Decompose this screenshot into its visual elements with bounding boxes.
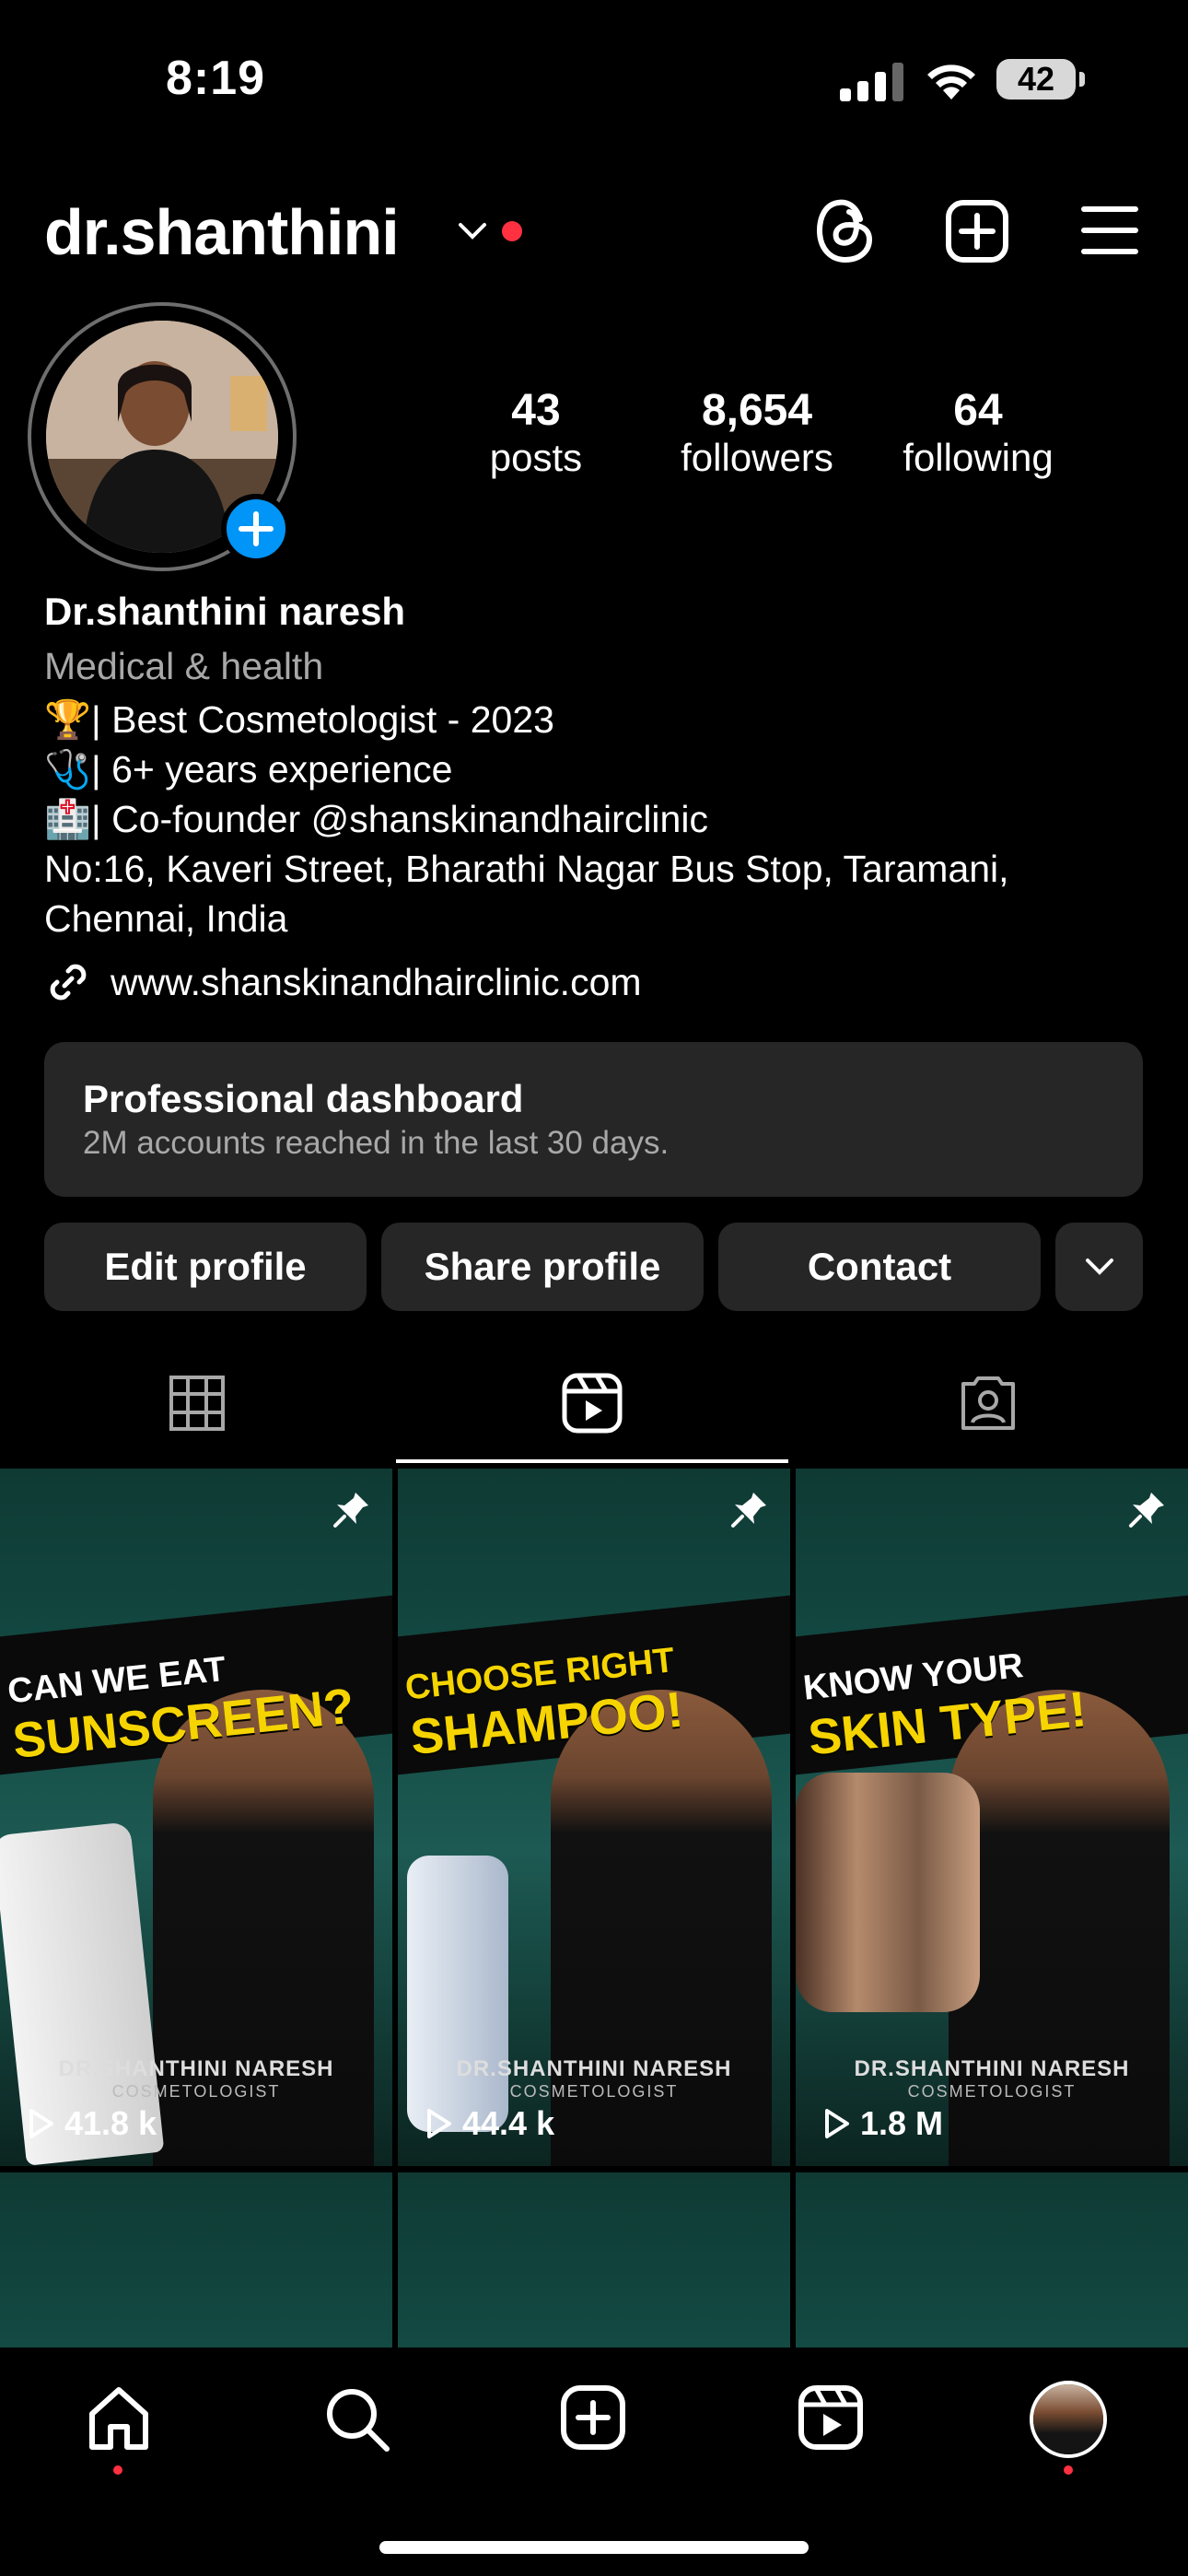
search-icon[interactable]: [322, 2384, 390, 2453]
reel-tile[interactable]: CHOOSE RIGHT SHAMPOO! DR.SHANTHINI NARESH…: [398, 1469, 790, 2166]
home-icon[interactable]: [85, 2384, 153, 2453]
reel-tile[interactable]: KNOW YOUR SKIN TYPE! DR.SHANTHINI NARESH …: [796, 1469, 1188, 2166]
profile-category: Medical & health: [44, 645, 324, 687]
dashboard-title: Professional dashboard: [83, 1077, 524, 1120]
bio-line: No:16, Kaveri Street, Bharathi Nagar Bus…: [44, 848, 1009, 890]
reel-credit-subtitle: COSMETOLOGIST: [907, 2082, 1077, 2101]
bio-line: Chennai, India: [44, 897, 288, 940]
reel-tile[interactable]: [0, 2172, 392, 2348]
reel-credit: DR.SHANTHINI NARESH: [456, 2056, 732, 2081]
link-icon: [50, 964, 87, 1001]
professional-dashboard[interactable]: Professional dashboard 2M accounts reach…: [44, 1042, 1143, 1197]
reel-views: 1.8 M: [823, 2104, 943, 2143]
pin-icon: [1129, 1493, 1164, 1528]
grid-icon[interactable]: [169, 1375, 226, 1432]
stat-followers-count: 8,654: [701, 386, 813, 435]
reel-tile[interactable]: CAN WE EAT SUNSCREEN? DR.SHANTHINI NARESH…: [0, 1469, 392, 2166]
reel-credit: DR.SHANTHINI NARESH: [58, 2056, 334, 2081]
stat-followers[interactable]: 8,654 followers: [656, 385, 858, 480]
account-switcher-username[interactable]: dr.shanthini: [44, 195, 400, 269]
reel-tile[interactable]: [796, 2172, 1188, 2348]
profile-notification-dot: [1064, 2465, 1073, 2475]
suggested-people-button[interactable]: [1055, 1223, 1143, 1311]
stat-followers-label: followers: [681, 436, 833, 479]
battery-indicator: 42: [996, 59, 1085, 100]
contact-button[interactable]: Contact: [718, 1223, 1041, 1311]
profile-tab-photo: [1033, 2384, 1103, 2454]
faces-image: [796, 1773, 980, 2012]
reel-view-count: 44.4 k: [462, 2104, 555, 2142]
stat-following[interactable]: 64 following: [877, 385, 1079, 480]
profile-tab-avatar[interactable]: [1030, 2381, 1107, 2458]
add-icon[interactable]: [560, 2384, 626, 2451]
share-profile-button[interactable]: Share profile: [381, 1223, 704, 1311]
edit-profile-button[interactable]: Edit profile: [44, 1223, 367, 1311]
status-time: 8:19: [166, 52, 266, 105]
chevron-down-icon[interactable]: [457, 221, 488, 241]
active-tab-indicator: [396, 1459, 788, 1463]
pin-icon: [731, 1493, 766, 1528]
stat-posts-label: posts: [489, 436, 583, 479]
profile-name: Dr.shanthini naresh: [44, 590, 406, 633]
threads-icon[interactable]: [814, 195, 877, 265]
chevron-down-icon: [1085, 1259, 1113, 1275]
bio-line[interactable]: 🏥| Co-founder @shanskinandhairclinic: [44, 794, 1149, 844]
reels-nav-icon[interactable]: [798, 2384, 864, 2451]
dashboard-subtitle: 2M accounts reached in the last 30 days.: [83, 1125, 670, 1161]
stat-posts-count: 43: [511, 386, 561, 435]
bio-line: 🏆| Best Cosmetologist - 2023: [44, 698, 554, 741]
stat-following-count: 64: [953, 386, 1003, 435]
create-post-icon[interactable]: [945, 199, 1009, 263]
bio-text: 🏆| Best Cosmetologist - 2023 🩺| 6+ years…: [44, 695, 1149, 943]
add-story-button[interactable]: [221, 494, 291, 564]
play-icon: [29, 2109, 53, 2138]
bio-link-text[interactable]: www.shanskinandhairclinic.com: [111, 961, 642, 1004]
play-icon: [427, 2109, 451, 2138]
reels-icon[interactable]: [562, 1373, 623, 1434]
notification-dot: [502, 221, 522, 241]
reel-credit-subtitle: COSMETOLOGIST: [509, 2082, 679, 2101]
reel-view-count: 1.8 M: [860, 2104, 944, 2142]
pin-icon: [333, 1493, 368, 1528]
reel-views: 41.8 k: [28, 2104, 157, 2143]
home-notification-dot: [113, 2465, 122, 2475]
play-icon: [825, 2109, 849, 2138]
stat-following-label: following: [903, 436, 1054, 479]
reel-view-count: 41.8 k: [64, 2104, 157, 2142]
reel-credit-subtitle: COSMETOLOGIST: [111, 2082, 281, 2101]
cellular-signal-icon: [840, 63, 903, 101]
home-indicator: [379, 2541, 809, 2554]
plus-icon: [239, 511, 274, 546]
reel-views: 44.4 k: [425, 2104, 554, 2143]
tagged-icon[interactable]: [958, 1373, 1019, 1434]
reel-tile[interactable]: [398, 2172, 790, 2348]
menu-icon[interactable]: [1081, 205, 1138, 256]
stat-posts[interactable]: 43 posts: [460, 385, 611, 480]
wifi-icon: [927, 64, 975, 100]
bio-line: 🩺| 6+ years experience: [44, 748, 453, 790]
bio-link[interactable]: www.shanskinandhairclinic.com: [44, 958, 642, 1006]
reel-credit: DR.SHANTHINI NARESH: [854, 2056, 1130, 2081]
